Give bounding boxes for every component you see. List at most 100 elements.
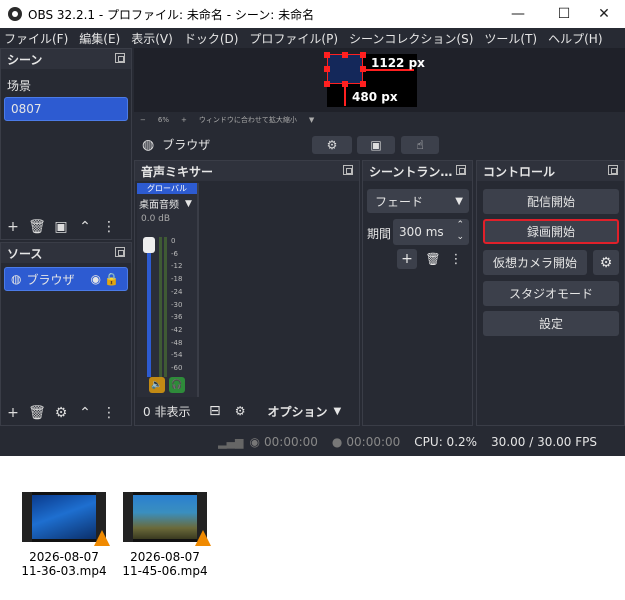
- zoom-bar: − 6% + ウィンドウに合わせて拡大縮小 ▼: [134, 112, 625, 128]
- monitor-headphones-icon[interactable]: 🎧: [169, 377, 185, 393]
- remove-transition-icon[interactable]: 🗑: [423, 249, 443, 269]
- scale-tick: -42: [171, 325, 183, 334]
- record-status-icon: ●: [331, 435, 343, 449]
- scale-tick: -6: [171, 249, 178, 258]
- menu-view[interactable]: 表示(V): [131, 30, 173, 47]
- selected-source[interactable]: [327, 54, 363, 84]
- lock-icon[interactable]: 🔒: [104, 272, 119, 286]
- chevron-down-icon[interactable]: ⌄: [456, 232, 464, 242]
- obs-window: OBS 32.2.1 - プロファイル: 未命名 - シーン: 未命名 — ☐ …: [0, 0, 625, 456]
- height-guide-line: [344, 86, 346, 106]
- scenes-toolbar: + 🗑 ▣ ⌃ ⋮: [1, 215, 131, 239]
- global-badge: グローバル: [137, 183, 197, 194]
- sources-toolbar: + 🗑 ⚙ ⌃ ⋮: [1, 401, 131, 425]
- scenes-title: シーン: [7, 52, 43, 67]
- scale-tick: -36: [171, 313, 183, 322]
- chevron-up-icon[interactable]: ⌃: [456, 220, 464, 230]
- scene-item[interactable]: 场景: [1, 73, 131, 97]
- file-name: 11-36-03.mp4: [21, 564, 107, 578]
- move-up-icon[interactable]: ⌃: [73, 401, 97, 425]
- settings-button[interactable]: 設定: [483, 311, 619, 336]
- studio-mode-button[interactable]: スタジオモード: [483, 281, 619, 306]
- undock-icon[interactable]: [115, 53, 125, 63]
- resize-handle[interactable]: [342, 52, 348, 58]
- start-streaming-button[interactable]: 配信開始: [483, 189, 619, 214]
- zoom-out-button[interactable]: −: [140, 116, 146, 124]
- resize-handle[interactable]: [360, 52, 366, 58]
- volume-db: 0.0 dB: [141, 214, 171, 224]
- start-recording-button[interactable]: 録画開始: [483, 219, 619, 244]
- channel-name-row[interactable]: 桌面音频 ▼: [137, 196, 197, 212]
- menu-bar: ファイル(F) 編集(E) 表示(V) ドック(D) プロファイル(P) シーン…: [0, 28, 625, 48]
- resize-handle[interactable]: [360, 81, 366, 87]
- globe-icon: ◍: [11, 272, 22, 286]
- add-source-icon[interactable]: +: [1, 401, 25, 425]
- source-properties-icon[interactable]: ⚙: [49, 401, 73, 425]
- mixer-title: 音声ミキサー: [141, 164, 214, 179]
- menu-docks[interactable]: ドック(D): [184, 30, 239, 47]
- mute-speaker-icon[interactable]: 🔈: [149, 377, 165, 393]
- undock-icon[interactable]: [115, 247, 125, 257]
- source-name-label: ブラウザ: [162, 138, 211, 152]
- meter-scale: 0 -6 -12 -18 -24 -30 -36 -42 -48 -54 -60: [171, 235, 182, 375]
- resize-handle[interactable]: [324, 52, 330, 58]
- add-transition-icon[interactable]: +: [397, 249, 417, 269]
- source-item[interactable]: ◍ ブラウザ ◉ 🔒: [4, 267, 128, 291]
- file-date: 2026-08-07: [29, 550, 99, 564]
- film-strip-left: [123, 492, 133, 542]
- virtual-camera-settings-icon[interactable]: ⚙: [593, 250, 619, 275]
- remove-source-icon[interactable]: 🗑: [25, 401, 49, 425]
- video-file[interactable]: 2026-08-07 11-36-03.mp4: [14, 492, 114, 578]
- stream-timer: 00:00:00: [264, 435, 318, 449]
- hand-icon: ☝: [416, 138, 424, 152]
- duration-spinbox[interactable]: 300 ms ⌃ ⌄: [393, 219, 469, 245]
- scale-tick: -30: [171, 300, 183, 309]
- controls-dock: コントロール 配信開始 録画開始 仮想カメラ開始 ⚙ スタジオモード 設定: [476, 160, 625, 426]
- filters-button[interactable]: ▣: [357, 136, 395, 154]
- fit-window-button[interactable]: ウィンドウに合わせて拡大縮小: [199, 115, 297, 125]
- undock-icon[interactable]: [608, 165, 618, 175]
- more-icon[interactable]: ⋮: [97, 401, 121, 425]
- scene-item-selected[interactable]: 0807: [4, 97, 128, 121]
- resize-handle[interactable]: [324, 66, 330, 72]
- zoom-in-button[interactable]: +: [181, 116, 187, 124]
- chevron-down-icon[interactable]: ▼: [334, 406, 342, 417]
- network-strength-icon: ▂▄▆: [218, 435, 244, 449]
- menu-edit[interactable]: 編集(E): [79, 30, 120, 47]
- transition-select[interactable]: フェード ▼: [367, 189, 469, 213]
- layout-toggle-icon[interactable]: ⊟: [209, 403, 221, 419]
- undock-icon[interactable]: [456, 165, 466, 175]
- scenes-dock-header: シーン: [1, 49, 131, 69]
- menu-profile[interactable]: プロファイル(P): [249, 30, 338, 47]
- scene-filter-icon[interactable]: ▣: [49, 215, 73, 239]
- close-button[interactable]: ✕: [586, 0, 622, 28]
- menu-help[interactable]: ヘルプ(H): [548, 30, 602, 47]
- sources-dock-header: ソース: [1, 243, 131, 263]
- file-date: 2026-08-07: [130, 550, 200, 564]
- maximize-button[interactable]: ☐: [546, 0, 582, 28]
- remove-scene-icon[interactable]: 🗑: [25, 215, 49, 239]
- advanced-audio-icon[interactable]: ⚙: [235, 404, 246, 418]
- more-icon[interactable]: ⋮: [97, 215, 121, 239]
- video-file[interactable]: 2026-08-07 11-45-06.mp4: [115, 492, 215, 578]
- video-thumbnail: [123, 492, 211, 546]
- menu-file[interactable]: ファイル(F): [4, 30, 68, 47]
- minimize-button[interactable]: —: [500, 0, 536, 28]
- add-scene-icon[interactable]: +: [1, 215, 25, 239]
- resize-handle[interactable]: [324, 81, 330, 87]
- move-up-icon[interactable]: ⌃: [73, 215, 97, 239]
- chevron-down-icon: ▼: [185, 198, 192, 209]
- record-timer: 00:00:00: [346, 435, 401, 449]
- interact-button[interactable]: ☝: [401, 136, 439, 154]
- eye-icon[interactable]: ◉: [91, 272, 101, 286]
- more-icon[interactable]: ⋮: [449, 249, 463, 269]
- options-menu[interactable]: オプション: [268, 403, 328, 420]
- zoom-dropdown-icon[interactable]: ▼: [309, 116, 314, 124]
- undock-icon[interactable]: [343, 165, 353, 175]
- properties-button[interactable]: ⚙: [312, 136, 352, 154]
- volume-slider-handle[interactable]: [143, 237, 155, 253]
- menu-scene-collection[interactable]: シーンコレクション(S): [349, 30, 473, 47]
- menu-tools[interactable]: ツール(T): [484, 30, 537, 47]
- volume-slider-fill: [147, 245, 151, 377]
- start-virtual-camera-button[interactable]: 仮想カメラ開始: [483, 250, 587, 275]
